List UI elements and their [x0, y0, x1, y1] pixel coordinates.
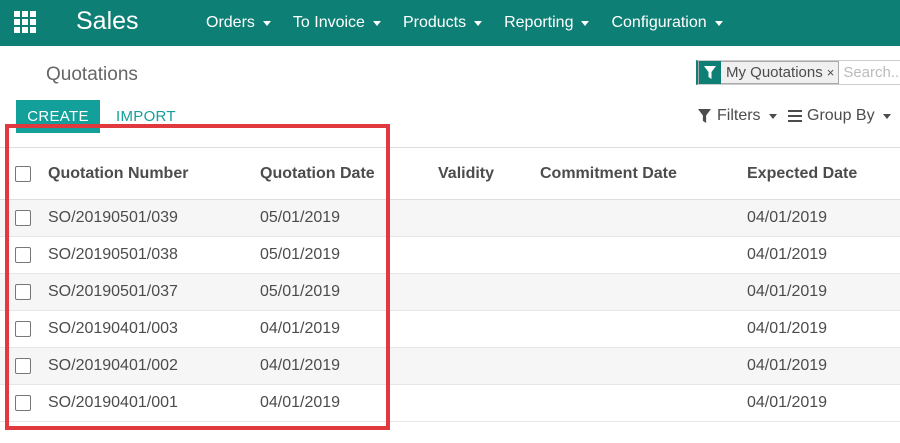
table-header: Quotation Number Quotation Date Validity…	[0, 147, 900, 200]
search-input[interactable]	[843, 64, 900, 81]
expected-date: 04/01/2019	[747, 394, 828, 411]
row-checkbox[interactable]	[15, 284, 31, 300]
expected-date: 04/01/2019	[747, 209, 828, 226]
group-by-dropdown[interactable]: Group By	[788, 106, 891, 126]
filters-label: Filters	[717, 107, 761, 124]
expected-date: 04/01/2019	[747, 357, 828, 374]
column-header-quotation-number[interactable]: Quotation Number	[48, 165, 188, 183]
menu-products[interactable]: Products	[402, 14, 483, 32]
facet-remove-icon[interactable]: ×	[827, 65, 839, 80]
search-bar[interactable]: My Quotations ×	[696, 60, 900, 85]
table-row[interactable]: SO/20190501/039 05/01/2019 04/01/2019	[0, 200, 900, 237]
row-checkbox[interactable]	[15, 395, 31, 411]
menu-orders[interactable]: Orders	[206, 14, 271, 32]
column-header-quotation-date[interactable]: Quotation Date	[260, 165, 375, 183]
select-all-checkbox[interactable]	[15, 165, 31, 182]
table-row[interactable]: SO/20190501/038 05/01/2019 04/01/2019	[0, 237, 900, 274]
expected-date: 04/01/2019	[747, 246, 828, 263]
quotation-number: SO/20190501/038	[48, 246, 178, 263]
quotation-date: 05/01/2019	[260, 246, 341, 263]
table-row[interactable]: SO/20190501/037 05/01/2019 04/01/2019	[0, 274, 900, 311]
main-menu: Orders To Invoice Products Reporting Con…	[206, 0, 745, 46]
create-button[interactable]: CREATE	[16, 100, 100, 133]
table-row[interactable]: SO/20190401/001 04/01/2019 04/01/2019	[0, 385, 900, 422]
caret-down-icon	[372, 20, 381, 26]
caret-down-icon	[262, 20, 271, 26]
quotation-date: 04/01/2019	[260, 357, 341, 374]
quotation-date: 04/01/2019	[260, 394, 341, 411]
row-checkbox[interactable]	[15, 210, 31, 226]
caret-down-icon	[882, 113, 891, 119]
menu-orders-label: Orders	[206, 14, 255, 31]
caret-down-icon	[768, 113, 777, 119]
quotation-number: SO/20190501/039	[48, 209, 178, 226]
column-header-validity[interactable]: Validity	[438, 165, 494, 183]
menu-products-label: Products	[402, 14, 467, 31]
quotation-date: 04/01/2019	[260, 320, 341, 337]
table-row[interactable]: SO/20190401/003 04/01/2019 04/01/2019	[0, 311, 900, 348]
menu-configuration[interactable]: Configuration	[611, 14, 723, 32]
column-header-expected-date[interactable]: Expected Date	[747, 165, 857, 183]
expected-date: 04/01/2019	[747, 320, 828, 337]
caret-down-icon	[581, 20, 590, 26]
row-checkbox[interactable]	[15, 358, 31, 374]
top-navbar: Sales Orders To Invoice Products Reporti…	[0, 0, 900, 46]
menu-to-invoice-label: To Invoice	[292, 14, 365, 31]
quotation-number: SO/20190401/002	[48, 357, 178, 374]
caret-down-icon	[474, 20, 483, 26]
quotation-number: SO/20190401/003	[48, 320, 178, 337]
table-body: SO/20190501/039 05/01/2019 04/01/2019 SO…	[0, 200, 900, 422]
quotation-date: 05/01/2019	[260, 209, 341, 226]
group-by-label: Group By	[807, 107, 875, 124]
expected-date: 04/01/2019	[747, 283, 828, 300]
menu-reporting[interactable]: Reporting	[504, 14, 590, 32]
facet-label: My Quotations	[726, 64, 823, 81]
app-menu-grid-icon[interactable]	[14, 11, 36, 33]
row-checkbox[interactable]	[15, 321, 31, 337]
search-facet: My Quotations ×	[698, 61, 840, 84]
table-row[interactable]: SO/20190401/002 04/01/2019 04/01/2019	[0, 348, 900, 385]
menu-configuration-label: Configuration	[611, 14, 707, 31]
page-title: Quotations	[46, 64, 138, 85]
quotation-number: SO/20190501/037	[48, 283, 178, 300]
menu-to-invoice[interactable]: To Invoice	[293, 14, 381, 32]
bars-icon	[788, 110, 802, 122]
quotations-list: Quotation Number Quotation Date Validity…	[0, 147, 900, 422]
row-checkbox[interactable]	[15, 247, 31, 263]
column-header-commitment-date[interactable]: Commitment Date	[540, 165, 677, 183]
filter-icon	[699, 61, 721, 84]
caret-down-icon	[714, 20, 723, 26]
import-button[interactable]: IMPORT	[116, 100, 176, 133]
quotation-date: 05/01/2019	[260, 283, 341, 300]
menu-reporting-label: Reporting	[504, 14, 574, 31]
filter-icon	[698, 109, 711, 123]
app-brand[interactable]: Sales	[76, 6, 139, 36]
quotation-number: SO/20190401/001	[48, 394, 178, 411]
filters-dropdown[interactable]: Filters	[698, 106, 777, 126]
